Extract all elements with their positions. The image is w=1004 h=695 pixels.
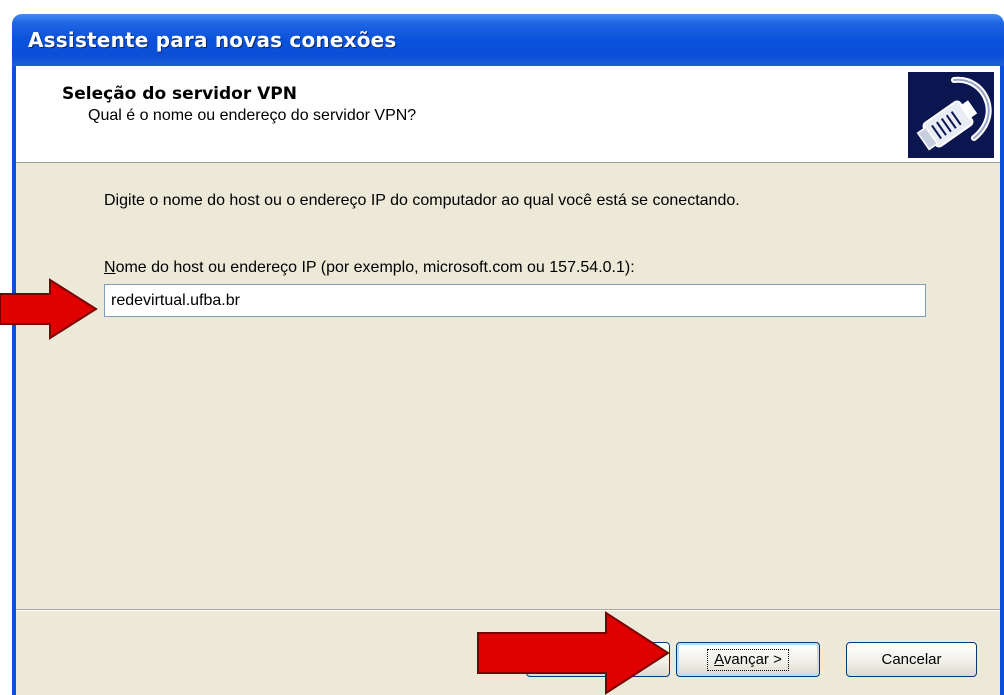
- next-button-focus: Avançar >: [707, 649, 789, 671]
- page-title: Seleção do servidor VPN: [62, 84, 297, 104]
- wizard-header: Seleção do servidor VPN Qual é o nome ou…: [16, 66, 1000, 163]
- next-mnemonic: A: [714, 651, 724, 668]
- host-label-text: ome do host ou endereço IP (por exemplo,…: [115, 259, 635, 276]
- wizard-window: Assistente para novas conexões Seleção d…: [0, 0, 1004, 695]
- page-subtitle: Qual é o nome ou endereço do servidor VP…: [88, 107, 417, 124]
- next-label: vançar >: [723, 651, 782, 668]
- window-title: Assistente para novas conexões: [28, 28, 397, 52]
- host-input[interactable]: [104, 284, 926, 317]
- host-field-label: Nome do host ou endereço IP (por exemplo…: [104, 259, 635, 277]
- description-text: Digite o nome do host ou o endereço IP d…: [104, 192, 740, 209]
- network-cable-icon: [908, 72, 994, 158]
- next-button[interactable]: Avançar >: [676, 642, 820, 677]
- title-bar: Assistente para novas conexões: [12, 14, 1004, 66]
- host-label-mnemonic: N: [104, 259, 116, 276]
- red-arrow-pointer-icon: [0, 278, 98, 340]
- wizard-body: Digite o nome do host ou o endereço IP d…: [16, 163, 1000, 609]
- cancel-button[interactable]: Cancelar: [846, 642, 977, 677]
- window-frame-right: [1000, 66, 1004, 695]
- red-arrow-pointer-icon: [477, 611, 670, 695]
